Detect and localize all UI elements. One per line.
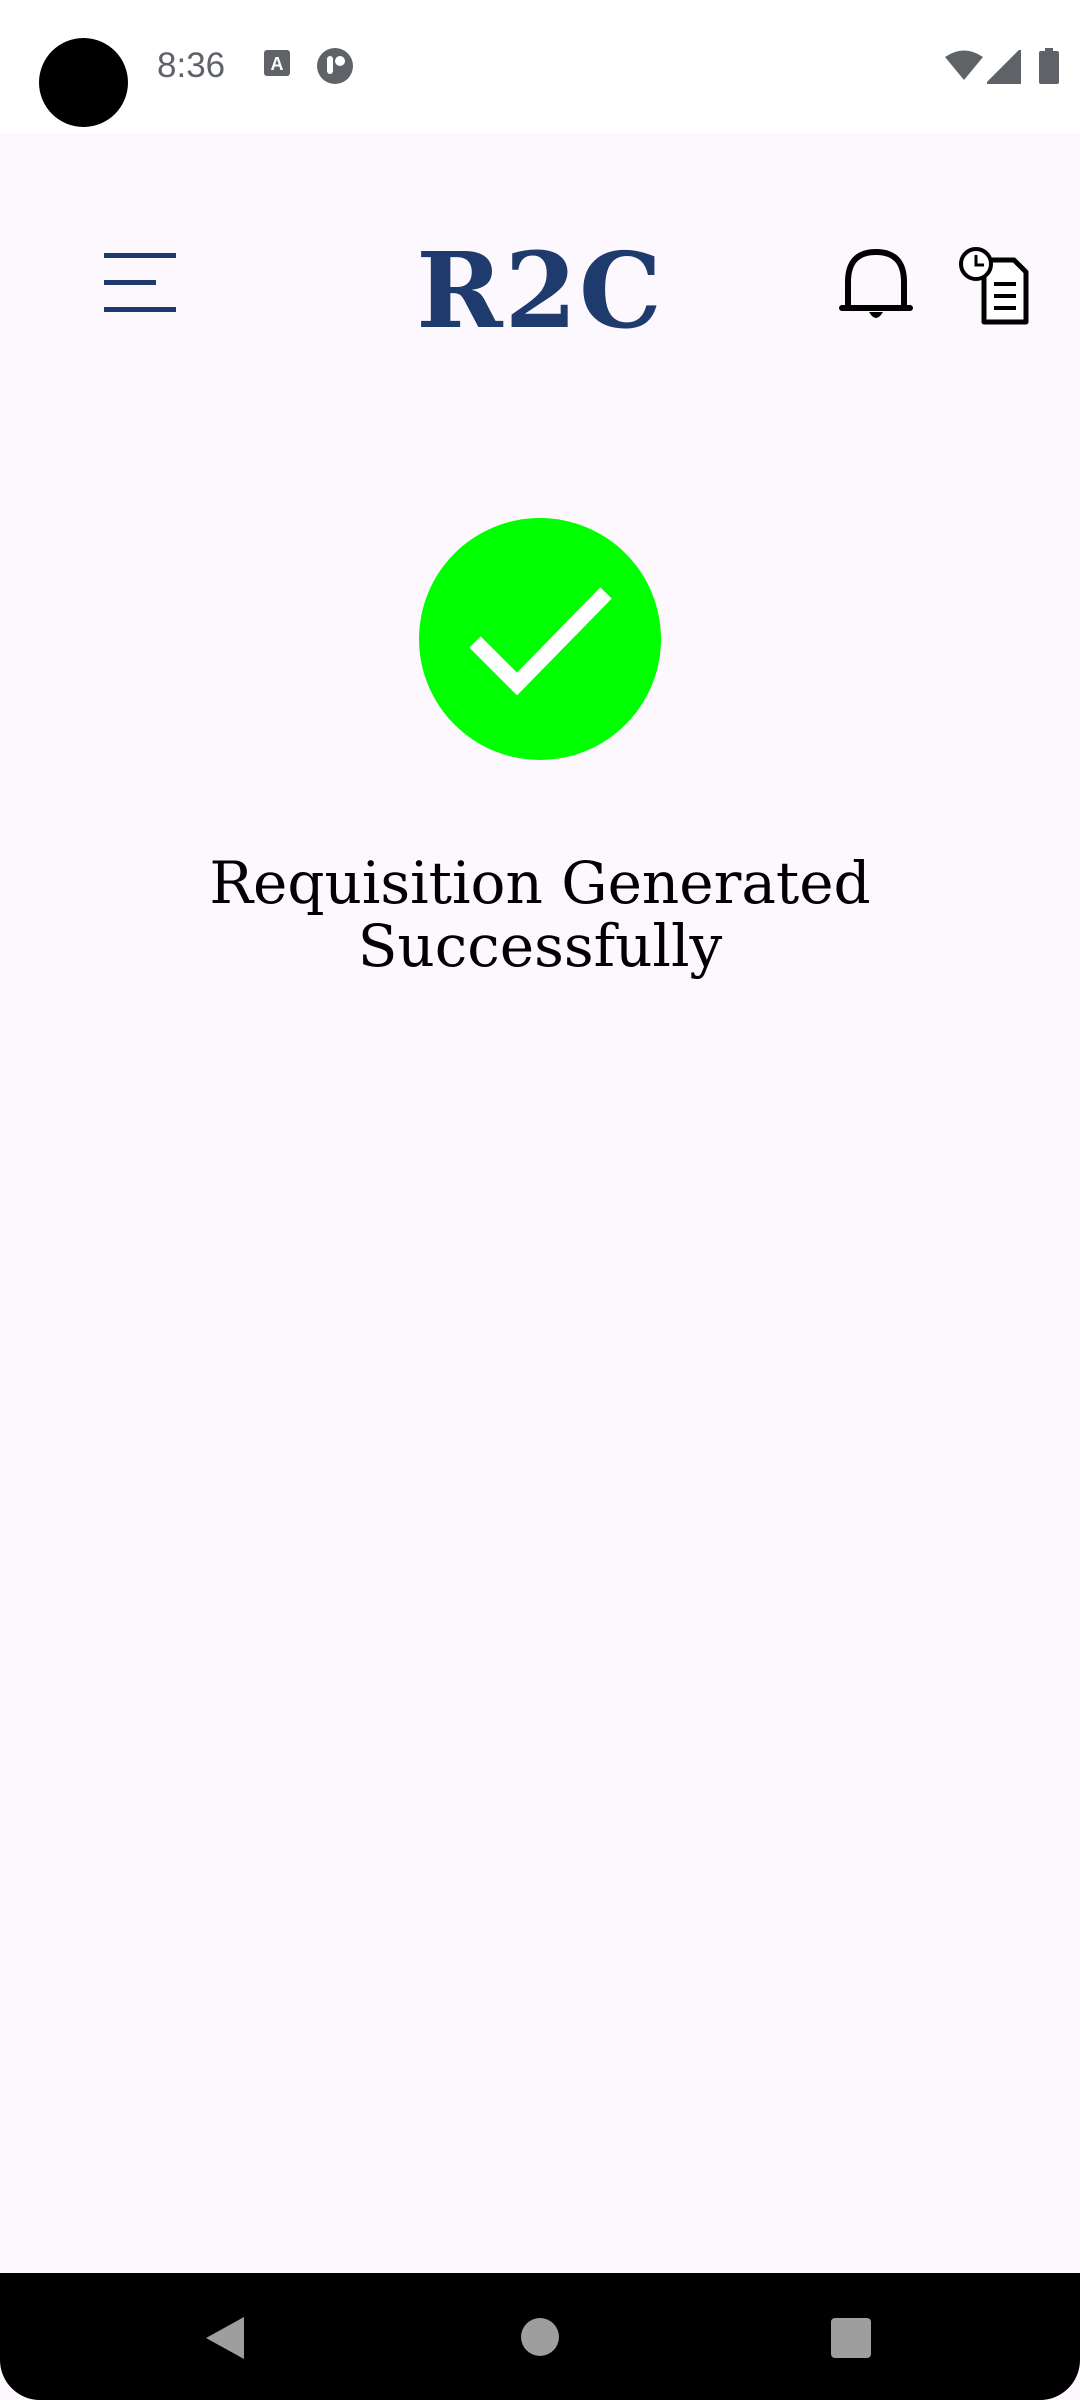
app-notification-icon bbox=[316, 47, 354, 89]
svg-text:A: A bbox=[271, 54, 284, 74]
status-time: 8:36 bbox=[157, 46, 226, 85]
back-button[interactable] bbox=[204, 2315, 246, 2361]
status-bar: 8:36 A bbox=[0, 0, 1080, 133]
menu-icon bbox=[104, 253, 176, 312]
success-message-line-1: Requisition Generated bbox=[209, 849, 871, 917]
checkmark-icon bbox=[469, 587, 612, 696]
success-message-line-2: Successfully bbox=[357, 912, 723, 980]
battery-icon bbox=[1039, 48, 1059, 88]
camera-cutout bbox=[39, 38, 128, 127]
bell-icon bbox=[839, 249, 913, 318]
wifi-icon bbox=[944, 50, 984, 86]
menu-button[interactable] bbox=[96, 238, 186, 328]
text-recognition-icon: A bbox=[263, 49, 291, 83]
notifications-button[interactable] bbox=[836, 240, 916, 330]
history-document-icon bbox=[959, 247, 1029, 325]
recents-button[interactable] bbox=[831, 2318, 871, 2358]
cellular-signal-icon bbox=[984, 47, 1022, 88]
success-message: Requisition Generated Successfully bbox=[140, 852, 940, 978]
back-icon bbox=[206, 2317, 244, 2359]
app-title: R2C bbox=[416, 229, 664, 352]
requisition-history-button[interactable] bbox=[956, 244, 1036, 330]
home-button[interactable] bbox=[521, 2318, 559, 2356]
success-badge bbox=[419, 518, 661, 760]
